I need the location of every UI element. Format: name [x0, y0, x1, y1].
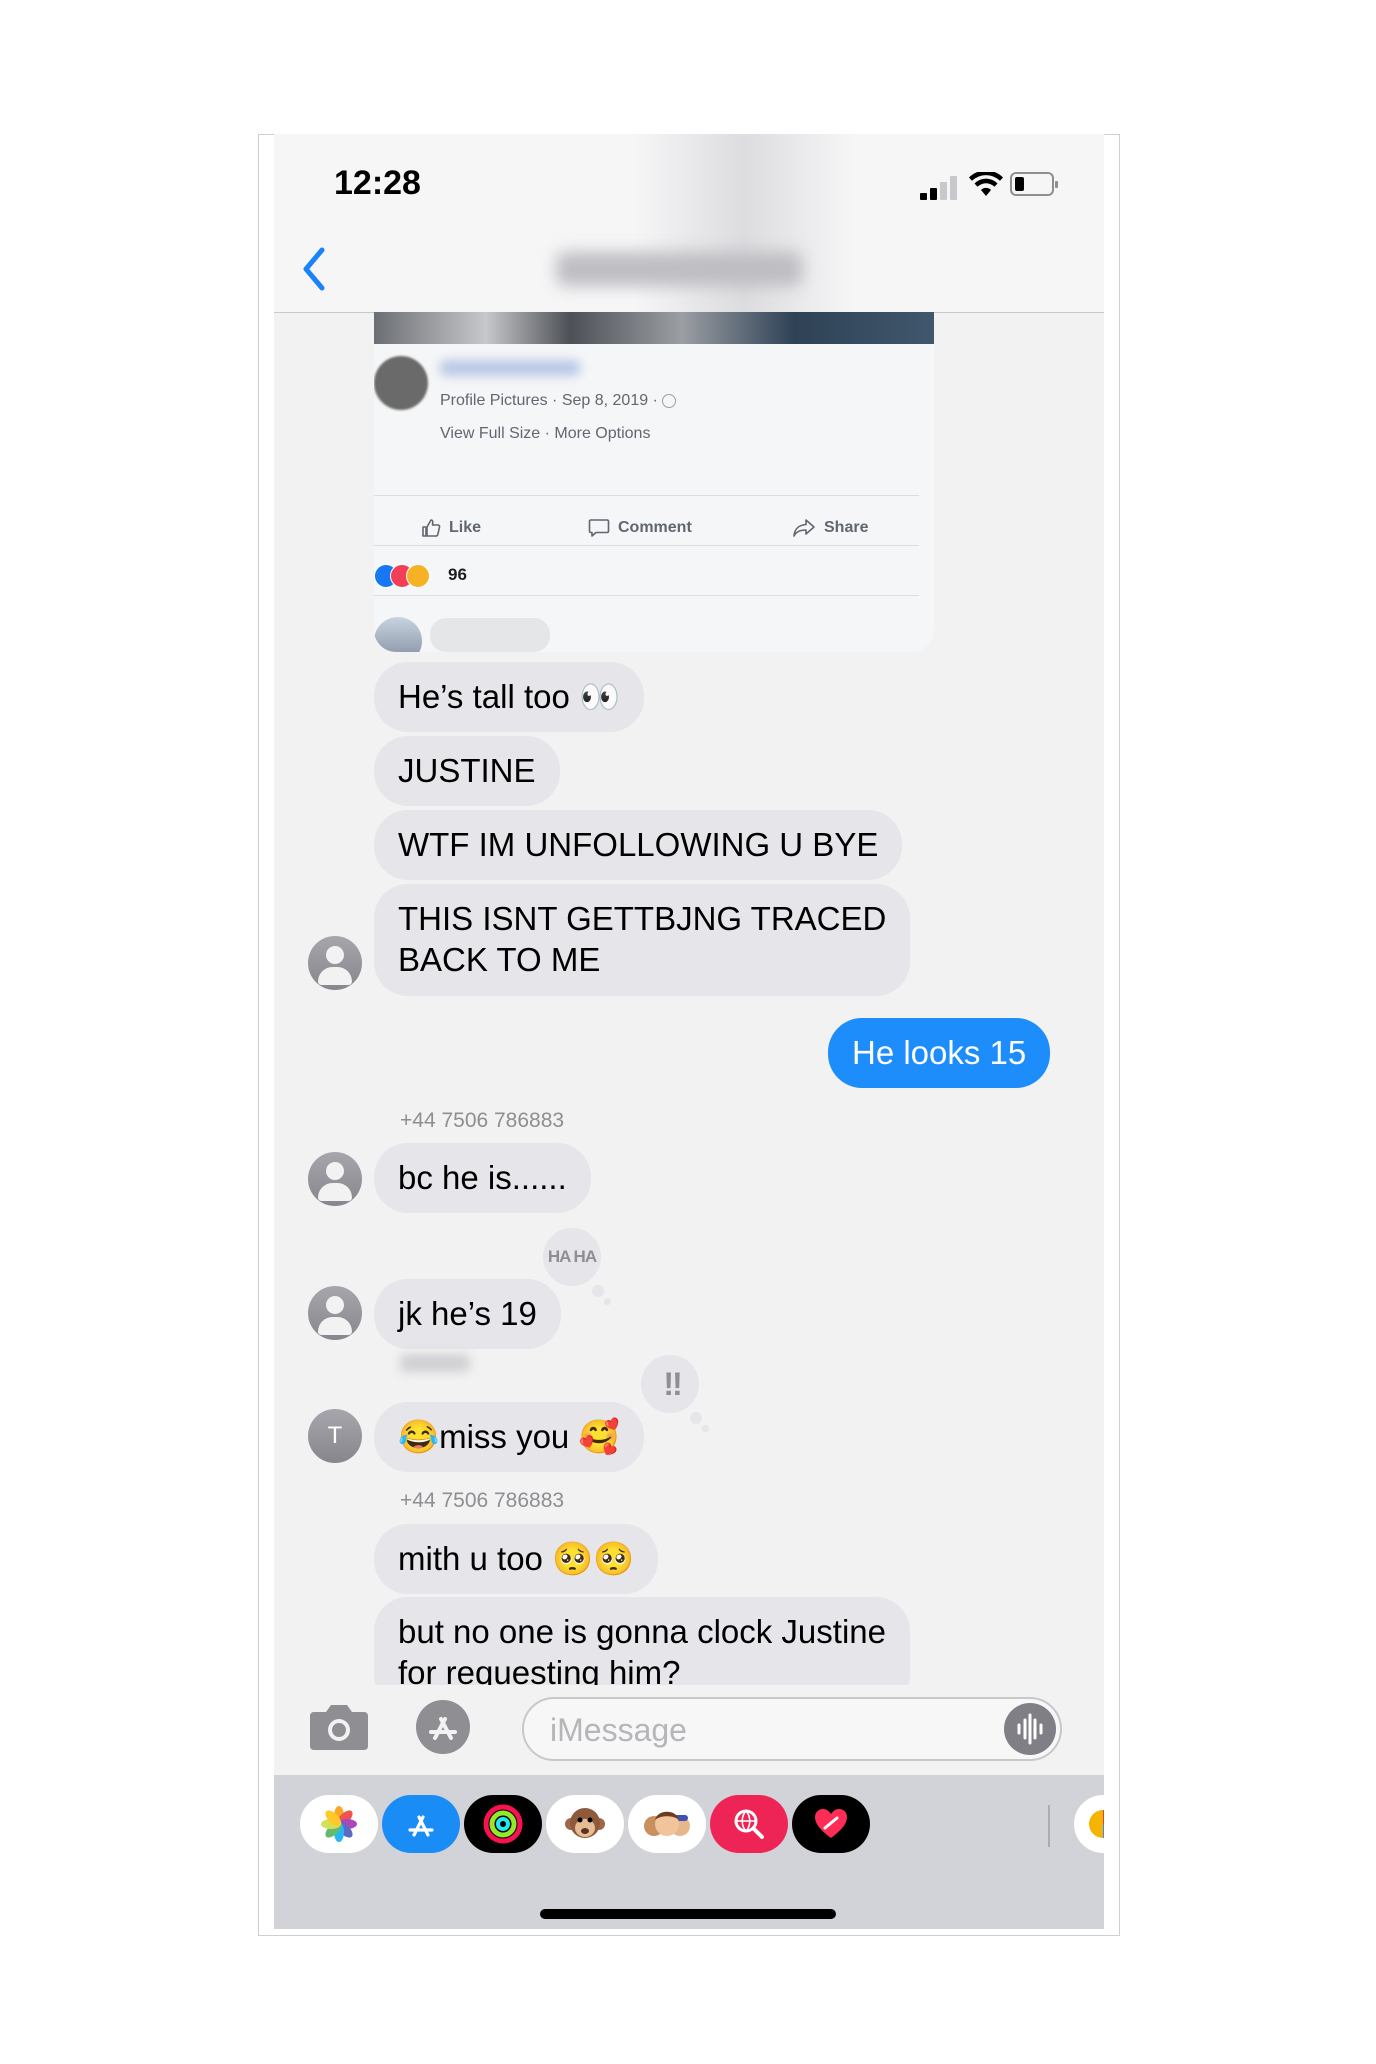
app-drawer — [274, 1775, 1104, 1929]
sender-name-blurred — [400, 1354, 470, 1372]
message-bubble[interactable]: JUSTINE — [374, 736, 560, 806]
sender-label: +44 7506 786883 — [400, 1109, 565, 1132]
heart-glyph — [815, 1809, 847, 1838]
status-icons — [920, 172, 1070, 200]
comment-label: Comment — [618, 519, 692, 536]
share-label: Share — [824, 519, 869, 536]
post-meta: Profile Pictures · Sep 8, 2019 · — [440, 392, 677, 410]
message-line: but no one is gonna clock Justine — [398, 1613, 886, 1650]
tapback-tail — [604, 1298, 611, 1305]
message-bubble[interactable]: mith u too 🥺🥺 — [374, 1524, 659, 1594]
comment-blurred — [430, 618, 550, 652]
wow-reaction-icon — [406, 564, 430, 588]
thumbs-up-icon — [422, 519, 441, 537]
wifi-icon — [969, 172, 1003, 196]
share-action[interactable]: Share — [792, 513, 868, 543]
magnifier-globe — [734, 1809, 764, 1839]
reaction-icons[interactable] — [374, 564, 442, 588]
haha-tapback[interactable]: HA HA — [540, 1225, 604, 1289]
poster-avatar — [374, 356, 428, 410]
battery-icon — [1010, 172, 1058, 196]
message-line: THIS ISNT GETTBJNG TRACED — [398, 900, 887, 937]
status-time: 12:28 — [334, 164, 421, 202]
imessage-field[interactable] — [522, 1697, 1062, 1761]
activity-rings — [483, 1804, 523, 1844]
app-store-glyph — [408, 1815, 434, 1837]
home-indicator[interactable] — [540, 1909, 836, 1919]
music-icon[interactable] — [1074, 1795, 1104, 1853]
tapback-tail — [592, 1285, 604, 1297]
nav-header: 12:28 — [274, 134, 1104, 313]
divider — [374, 495, 919, 496]
back-chevron-icon[interactable] — [294, 244, 334, 294]
message-bubble[interactable]: bc he is...... — [374, 1143, 591, 1213]
exclamation-tapback[interactable]: ‼ — [638, 1352, 702, 1416]
memoji-icon[interactable] — [628, 1795, 706, 1853]
facebook-post-preview[interactable]: Profile Pictures · Sep 8, 2019 · View Fu… — [374, 312, 934, 652]
app-store-icon[interactable] — [414, 1698, 472, 1756]
message-bubble[interactable]: THIS ISNT GETTBJNG TRACED BACK TO ME — [374, 884, 911, 996]
drawer-separator — [1048, 1805, 1050, 1847]
memoji-faces — [644, 1811, 690, 1836]
conversation-title-blurred[interactable] — [556, 252, 802, 286]
haha-icon: HA HA — [547, 1247, 597, 1266]
animoji-icon[interactable] — [546, 1795, 624, 1853]
poster-name-blurred — [440, 360, 580, 376]
message-bubble[interactable]: He’s tall too 👀 — [374, 662, 645, 732]
digital-touch-icon[interactable] — [792, 1795, 870, 1853]
comment-icon — [588, 519, 610, 537]
monkey-face — [565, 1808, 605, 1838]
contact-avatar-initial[interactable]: T — [308, 1409, 362, 1463]
partial-app-glyph — [1089, 1810, 1104, 1838]
divider — [374, 595, 919, 596]
contact-avatar[interactable] — [308, 1152, 362, 1206]
message-bubble[interactable]: WTF IM UNFOLLOWING U BYE — [374, 810, 903, 880]
sender-label: +44 7506 786883 — [400, 1489, 565, 1512]
globe-icon — [662, 393, 677, 408]
image-search-icon[interactable] — [710, 1795, 788, 1853]
share-arrow-icon — [793, 519, 815, 537]
message-bubble[interactable]: 😂miss you 🥰 — [374, 1402, 644, 1472]
comment-action[interactable]: Comment — [588, 513, 692, 543]
post-photo[interactable] — [374, 312, 934, 344]
message-input-bar — [274, 1685, 1104, 1775]
contact-avatar[interactable] — [308, 1286, 362, 1340]
contact-avatar[interactable] — [308, 936, 362, 990]
divider — [374, 545, 919, 546]
photos-flower — [321, 1806, 357, 1842]
like-action[interactable]: Like — [421, 513, 481, 543]
like-label: Like — [449, 519, 482, 536]
photos-icon[interactable] — [300, 1795, 378, 1853]
camera-icon[interactable] — [308, 1702, 370, 1752]
audio-message-button[interactable] — [1004, 1703, 1056, 1755]
post-meta-text: Profile Pictures · Sep 8, 2019 · — [440, 392, 663, 409]
tapback-tail — [690, 1412, 702, 1424]
message-line: BACK TO ME — [398, 941, 601, 978]
reaction-count: 96 — [448, 565, 467, 584]
app-store-icon[interactable] — [382, 1795, 460, 1853]
message-bubble[interactable]: jk he’s 19 — [374, 1279, 561, 1349]
commenter-avatar — [374, 617, 422, 652]
activity-icon[interactable] — [464, 1795, 542, 1853]
waveform-icon — [1017, 1713, 1043, 1745]
sent-message-bubble[interactable]: He looks 15 — [828, 1018, 1051, 1088]
imessage-input[interactable] — [548, 1709, 982, 1751]
phone-screen: 12:28 Profile Pictures · Sep 8, 2019 · V… — [274, 134, 1104, 1929]
double-exclamation-icon: ‼ — [663, 1365, 682, 1402]
post-links[interactable]: View Full Size · More Options — [440, 425, 650, 443]
tapback-tail — [702, 1425, 709, 1432]
